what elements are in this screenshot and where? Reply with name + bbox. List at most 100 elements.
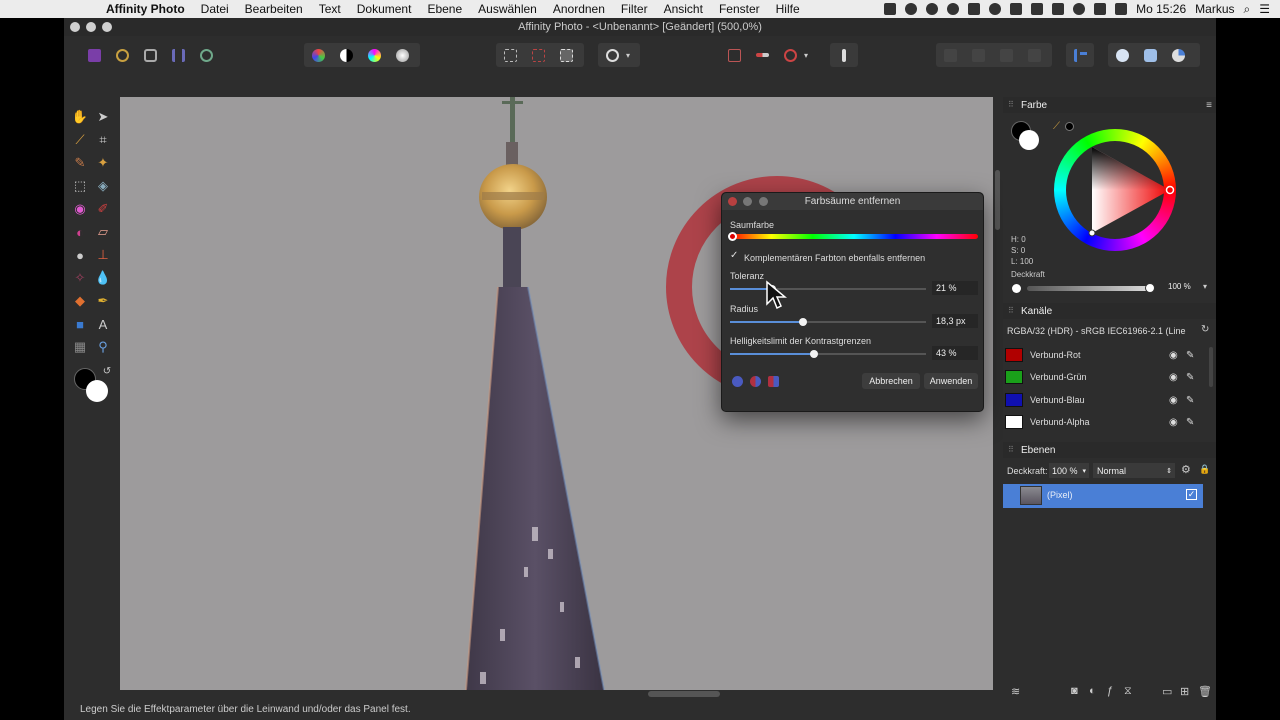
blur-tool-icon[interactable]: ● — [71, 246, 89, 264]
wifi-icon[interactable] — [1073, 3, 1086, 15]
quick-mask-dropdown-icon[interactable]: ▾ — [626, 51, 630, 60]
auto-colors-icon[interactable] — [360, 43, 388, 67]
move-tool-icon[interactable]: ➤ — [94, 108, 112, 126]
brightness-limit-knob[interactable] — [810, 350, 818, 358]
auto-contrast-icon[interactable] — [332, 43, 360, 67]
add-layer-icon[interactable]: ⊞ — [1180, 685, 1189, 698]
menu-layer[interactable]: Ebene — [419, 2, 470, 16]
battery-icon[interactable] — [1115, 3, 1128, 15]
auto-levels-icon[interactable] — [304, 43, 332, 67]
develop-persona-icon[interactable] — [136, 43, 164, 67]
dropbox-icon[interactable] — [884, 3, 897, 15]
select-all-icon[interactable] — [496, 43, 524, 67]
display-icon[interactable] — [968, 3, 981, 15]
photo-persona-icon[interactable] — [80, 43, 108, 67]
red-eye-tool-icon[interactable]: ◆ — [71, 292, 89, 310]
menu-text[interactable]: Text — [311, 2, 349, 16]
complement-checkbox-label[interactable]: Komplementären Farbton ebenfalls entfern… — [744, 253, 925, 263]
swap-colors-icon[interactable]: ↺ — [98, 362, 116, 380]
tolerance-value[interactable]: 21 % — [932, 281, 978, 295]
color-opacity-slider[interactable] — [1027, 283, 1155, 293]
color-secondary-well[interactable] — [1019, 130, 1039, 150]
clone-tool-icon[interactable]: ⊥ — [94, 246, 112, 264]
layers-panel-header[interactable]: ⠿ Ebenen — [1003, 442, 1216, 458]
visibility-icon[interactable]: ◉ — [1169, 417, 1178, 428]
dialog-close-button[interactable] — [728, 197, 737, 206]
secondary-color-well[interactable] — [86, 380, 108, 402]
radius-knob[interactable] — [799, 318, 807, 326]
layer-visibility-checkbox[interactable]: ✓ — [1186, 489, 1197, 500]
panel-menu-icon[interactable]: ≡ — [1206, 100, 1212, 111]
smudge-tool-icon[interactable]: 💧 — [94, 269, 112, 287]
zoom-tool-icon[interactable]: ⚲ — [94, 338, 112, 356]
live-filter-icon[interactable]: ⧖ — [1124, 685, 1132, 698]
edit-icon[interactable]: ✎ — [1186, 350, 1194, 361]
snapping-dropdown-icon[interactable]: ▾ — [804, 51, 808, 60]
brightness-limit-value[interactable]: 43 % — [932, 346, 978, 360]
radius-slider[interactable] — [730, 318, 926, 326]
menu-help[interactable]: Hilfe — [768, 2, 808, 16]
apply-button[interactable]: Anwenden — [924, 373, 978, 389]
deselect-icon[interactable] — [524, 43, 552, 67]
minimize-window-button[interactable] — [86, 22, 96, 32]
color-triangle[interactable] — [1054, 129, 1176, 251]
quick-mask-icon[interactable] — [598, 43, 626, 67]
delete-layer-icon[interactable]: 🗑 — [1198, 685, 1212, 698]
zoom-window-button[interactable] — [102, 22, 112, 32]
invert-selection-icon[interactable] — [552, 43, 580, 67]
flood-fill-tool-icon[interactable]: ◈ — [94, 177, 112, 195]
split-icon[interactable] — [750, 376, 761, 387]
visibility-icon[interactable]: ◉ — [1169, 372, 1178, 383]
color-panel-header[interactable]: ⠿ Farbe ≡ — [1003, 97, 1216, 113]
channels-panel-header[interactable]: ⠿ Kanäle — [1003, 303, 1216, 319]
keyboard-icon[interactable] — [1010, 3, 1023, 15]
edit-icon[interactable]: ✎ — [1186, 372, 1194, 383]
mesh-warp-tool-icon[interactable]: ▦ — [71, 338, 89, 356]
align-icon[interactable] — [1066, 43, 1094, 67]
edit-icon[interactable]: ✎ — [1186, 417, 1194, 428]
layer-stack-icon[interactable]: ≋ — [1011, 685, 1020, 698]
brightness-icon[interactable] — [905, 3, 918, 15]
layer-lock-icon[interactable]: 🔒 — [1199, 464, 1210, 475]
lock-icon[interactable] — [1031, 3, 1044, 15]
blend-mode-dropdown-icon[interactable]: ⇕ — [1166, 467, 1172, 475]
paint-brush-tool-icon[interactable]: ✐ — [94, 200, 112, 218]
visibility-icon[interactable]: ◉ — [1169, 395, 1178, 406]
grid-icon[interactable] — [720, 43, 748, 67]
snapping-icon[interactable] — [748, 43, 776, 67]
move-backward-icon[interactable] — [964, 43, 992, 67]
flood-select-tool-icon[interactable]: ✦ — [94, 154, 112, 172]
refresh-icon[interactable]: ↻ — [1201, 324, 1209, 335]
add-icon[interactable] — [1108, 43, 1136, 67]
rectangle-tool-icon[interactable]: ■ — [71, 315, 89, 333]
spotlight-icon[interactable]: ⌕ — [1244, 2, 1251, 17]
menu-view[interactable]: Ansicht — [656, 2, 711, 16]
intersect-icon[interactable] — [1164, 43, 1192, 67]
color-wheel[interactable] — [1054, 129, 1176, 251]
channel-row-red[interactable]: Verbund-Rot ◉ ✎ — [1003, 344, 1208, 366]
liquify-persona-icon[interactable] — [108, 43, 136, 67]
fringe-hue-slider[interactable] — [728, 232, 978, 241]
marquee-tool-icon[interactable]: ⬚ — [71, 177, 89, 195]
layer-row[interactable]: (Pixel) ✓ — [1003, 484, 1203, 508]
mask-icon[interactable]: ◙ — [1071, 685, 1078, 697]
text-tool-icon[interactable]: A — [94, 315, 112, 333]
inpainting-tool-icon[interactable]: ✧ — [71, 269, 89, 287]
dialog-title-bar[interactable]: Farbsäume entfernen — [722, 193, 983, 210]
menu-edit[interactable]: Bearbeiten — [237, 2, 311, 16]
channel-row-alpha[interactable]: Verbund-Alpha ◉ ✎ — [1003, 411, 1208, 433]
notification-center-icon[interactable]: ☰ — [1259, 2, 1270, 16]
assistant-icon[interactable] — [830, 43, 858, 67]
cancel-button[interactable]: Abbrechen — [862, 373, 920, 389]
vertical-scrollbar[interactable] — [995, 170, 1000, 230]
channel-row-blue[interactable]: Verbund-Blau ◉ ✎ — [1003, 389, 1208, 411]
visibility-icon[interactable]: ◉ — [1169, 350, 1178, 361]
info-icon[interactable] — [947, 3, 960, 15]
menu-select[interactable]: Auswählen — [470, 2, 545, 16]
tone-mapping-persona-icon[interactable] — [164, 43, 192, 67]
selection-brush-tool-icon[interactable]: ✎ — [71, 154, 89, 172]
subtract-icon[interactable] — [1136, 43, 1164, 67]
adjustment-icon[interactable]: ◐ — [1089, 685, 1096, 697]
dialog-minimize-button[interactable] — [743, 197, 752, 206]
time-machine-icon[interactable] — [989, 3, 1002, 15]
